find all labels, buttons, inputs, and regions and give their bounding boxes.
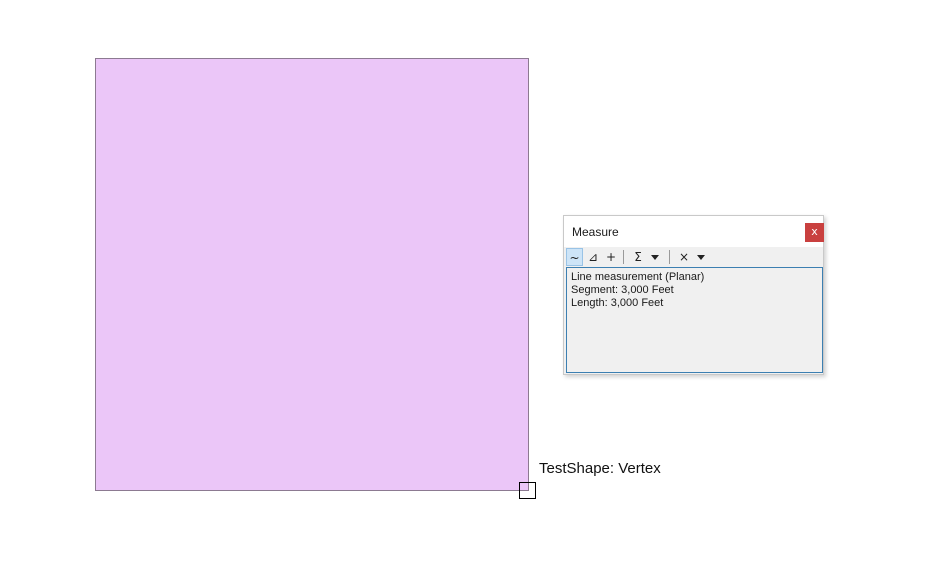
result-type-line: Line measurement (Planar) <box>571 271 705 283</box>
clear-button[interactable]: × <box>676 248 692 266</box>
result-segment-line: Segment: 3,000 Feet <box>571 284 674 296</box>
measure-feature-button[interactable]: + <box>603 248 619 266</box>
clear-icon: × <box>678 250 690 264</box>
measure-feature-icon: + <box>605 250 617 264</box>
measure-results-box[interactable]: Line measurement (Planar) Segment: 3,000… <box>566 267 823 373</box>
snap-vertex-marker <box>519 482 536 499</box>
chevron-down-icon <box>697 255 705 260</box>
sum-dropdown[interactable] <box>648 248 662 266</box>
measure-area-button[interactable]: ⊿ <box>585 248 601 266</box>
toolbar-separator <box>623 250 624 264</box>
sum-button[interactable]: Σ <box>630 248 646 266</box>
measure-title: Measure <box>572 225 619 239</box>
test-shape-polygon[interactable] <box>95 58 529 491</box>
result-length-line: Length: 3,000 Feet <box>571 297 664 309</box>
sum-icon: Σ <box>634 250 642 264</box>
clear-dropdown[interactable] <box>694 248 708 266</box>
measure-window[interactable]: Measure x ~ ⊿ + Σ × Line measurement (Pl… <box>563 215 824 375</box>
measure-area-icon: ⊿ <box>587 250 599 264</box>
measure-line-button[interactable]: ~ <box>566 248 583 266</box>
snap-tip-label: TestShape: Vertex <box>539 460 661 477</box>
toolbar-separator <box>669 250 670 264</box>
measure-toolbar: ~ ⊿ + Σ × <box>564 247 823 267</box>
close-button[interactable]: x <box>805 223 824 242</box>
map-canvas[interactable]: TestShape: Vertex Measure x ~ ⊿ + Σ × Li… <box>0 0 939 581</box>
measure-title-bar[interactable]: Measure x <box>564 216 824 247</box>
measure-line-icon: ~ <box>569 251 580 265</box>
chevron-down-icon <box>651 255 659 260</box>
